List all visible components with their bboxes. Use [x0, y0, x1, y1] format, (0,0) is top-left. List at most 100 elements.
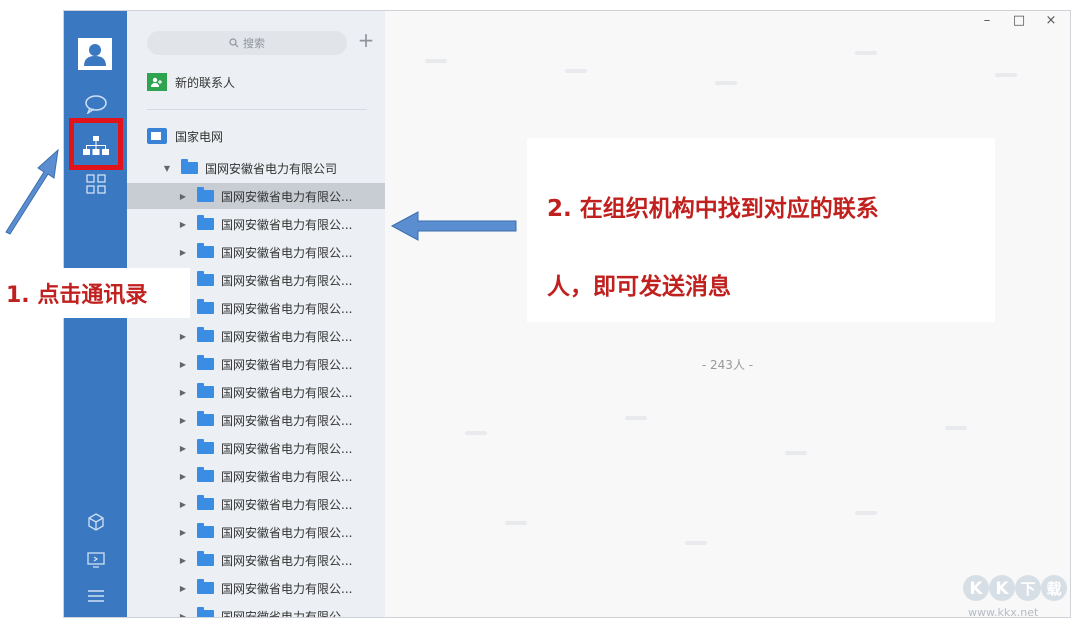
expanded-arrow-icon: ▼ [163, 163, 171, 173]
chat-bubble-icon [85, 95, 107, 114]
background-pattern [715, 81, 737, 85]
folder-icon [197, 495, 214, 510]
org-unit-label: 国网安徽省电力有限公... [221, 329, 353, 344]
folder-icon [197, 551, 214, 566]
window-controls: – □ × [978, 13, 1060, 28]
minimize-button[interactable]: – [978, 13, 996, 28]
collapsed-arrow-icon[interactable]: ▶ [179, 500, 187, 509]
background-pattern [465, 431, 487, 435]
divider [147, 109, 367, 110]
maximize-button[interactable]: □ [1010, 13, 1028, 28]
step2-line1: 2. 在组织机构中找到对应的联系 [547, 196, 879, 222]
step2-line2: 人，即可发送消息 [547, 274, 731, 300]
svg-text:K: K [969, 579, 983, 599]
arrow-left-icon [390, 211, 517, 241]
nav-messages[interactable] [76, 87, 116, 121]
new-contact-label: 新的联系人 [175, 75, 236, 90]
svg-text:载: 载 [1046, 580, 1061, 598]
folder-icon [197, 411, 214, 426]
new-contact-icon [147, 73, 167, 91]
svg-text:K: K [995, 579, 1009, 599]
nav-apps[interactable] [76, 167, 116, 201]
folder-icon [181, 159, 198, 174]
folder-icon [197, 355, 214, 370]
collapsed-arrow-icon[interactable]: ▶ [179, 584, 187, 593]
step2-callout: 2. 在组织机构中找到对应的联系 人，即可发送消息 [527, 138, 995, 322]
watermark-url: www.kkx.net [968, 606, 1039, 619]
step1-callout: 1. 点击通讯录 [0, 268, 190, 318]
org-unit-label: 国网安徽省电力有限公... [221, 581, 353, 596]
org-unit-label: 国网安徽省电力有限公... [221, 301, 353, 316]
menu-icon [88, 590, 104, 602]
user-icon [84, 44, 106, 66]
org-unit-label: 国网安徽省电力有限公... [221, 217, 353, 232]
background-pattern [625, 416, 647, 420]
collapsed-arrow-icon[interactable]: ▶ [179, 416, 187, 425]
folder-icon [197, 243, 214, 258]
background-pattern [785, 451, 807, 455]
org-unit-label: 国网安徽省电力有限公... [221, 525, 353, 540]
search-placeholder: 搜索 [243, 37, 265, 50]
collapsed-arrow-icon[interactable]: ▶ [179, 248, 187, 257]
collapsed-arrow-icon[interactable]: ▶ [179, 444, 187, 453]
folder-icon [197, 579, 214, 594]
background-pattern [425, 59, 447, 63]
collapsed-arrow-icon[interactable]: ▶ [179, 360, 187, 369]
folder-icon [197, 215, 214, 230]
org-unit-label: 国网安徽省电力有限公... [221, 357, 353, 372]
nav-box[interactable] [76, 505, 116, 539]
collapsed-arrow-icon[interactable]: ▶ [179, 472, 187, 481]
org-root-label: 国家电网 [175, 129, 224, 144]
collapsed-arrow-icon[interactable]: ▶ [179, 388, 187, 397]
collapsed-arrow-icon[interactable]: ▶ [179, 332, 187, 341]
background-pattern [505, 521, 527, 525]
folder-icon [197, 607, 214, 617]
org-unit-label: 国网安徽省电力有限公... [221, 413, 353, 428]
background-pattern [945, 426, 967, 430]
org-unit-label: 国网安徽省电力有限公... [221, 497, 353, 512]
collapsed-arrow-icon[interactable]: ▶ [179, 556, 187, 565]
org-unit-label: 国网安徽省电力有限公... [221, 441, 353, 456]
org-unit-label: 国网安徽省电力有限公... [221, 189, 353, 204]
collapsed-arrow-icon[interactable]: ▶ [179, 192, 187, 201]
search-input[interactable]: 搜索 [147, 31, 347, 55]
watermark-logo: K K 下 载 www.kkx.net [962, 570, 1074, 620]
collapsed-arrow-icon[interactable]: ▶ [179, 220, 187, 229]
org-company-item[interactable]: ▼ 国网安徽省电力有限公司 [127, 155, 421, 181]
nav-screen[interactable] [76, 543, 116, 577]
arrow-up-icon [5, 148, 59, 235]
grid-icon [86, 174, 106, 194]
cube-icon [88, 513, 104, 531]
monitor-icon [87, 552, 105, 568]
folder-icon [197, 439, 214, 454]
folder-icon [197, 327, 214, 342]
org-company-label: 国网安徽省电力有限公司 [205, 161, 338, 176]
folder-icon [197, 299, 214, 314]
background-pattern [685, 541, 707, 545]
collapsed-arrow-icon[interactable]: ▶ [179, 528, 187, 537]
org-unit-label: 国网安徽省电力有限公... [221, 469, 353, 484]
folder-icon [197, 523, 214, 538]
search-icon [229, 38, 239, 48]
folder-icon [197, 467, 214, 482]
add-button[interactable]: + [355, 29, 377, 51]
new-contact-item[interactable]: 新的联系人 [147, 71, 235, 93]
folder-icon [197, 187, 214, 202]
collapsed-arrow-icon[interactable]: ▶ [179, 612, 187, 618]
close-button[interactable]: × [1042, 13, 1060, 28]
highlight-box [69, 118, 123, 170]
avatar[interactable] [78, 38, 112, 70]
background-pattern [995, 73, 1017, 77]
org-root-item[interactable]: 国家电网 [147, 125, 223, 147]
org-unit-label: 国网安徽省电力有限公... [221, 245, 353, 260]
org-unit-label: 国网安徽省电力有限公... [221, 385, 353, 400]
background-pattern [565, 69, 587, 73]
folder-icon [147, 128, 167, 144]
org-unit-label: 国网安徽省电力有限公... [221, 273, 353, 288]
nav-menu[interactable] [76, 579, 116, 613]
org-unit-label: 国网安徽省电力有限公... [221, 553, 353, 568]
svg-text:下: 下 [1020, 580, 1035, 598]
member-count: - 243人 - [701, 358, 754, 372]
person-add-icon [151, 77, 162, 87]
background-pattern [855, 511, 877, 515]
